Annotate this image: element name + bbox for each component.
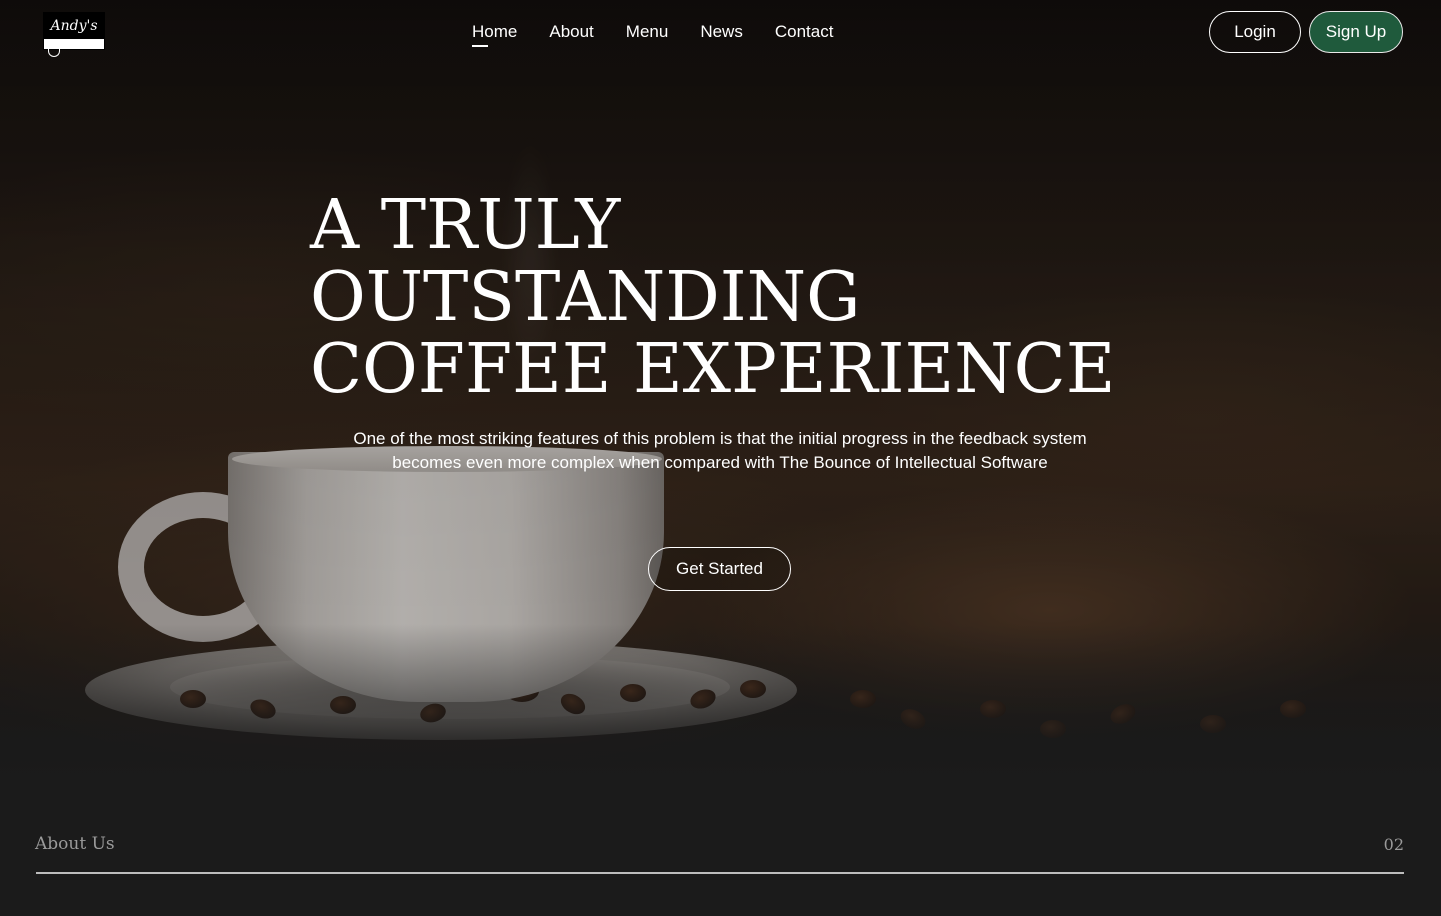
saucer-center-image [170,655,730,719]
cup-handle-image [118,492,288,642]
section-number: 02 [1383,835,1404,854]
headline-line-3: COFFEE EXPERIENCE [310,330,1116,409]
headline-line-2: OUTSTANDING [310,258,861,337]
get-started-button[interactable]: Get Started [648,547,791,591]
login-button[interactable]: Login [1209,11,1301,53]
section-divider [36,872,1404,874]
saucer-image [85,640,797,740]
main-nav: Home About Menu News Contact [472,20,834,47]
section-label: About Us [35,834,115,854]
nav-item-menu[interactable]: Menu [626,20,669,44]
nav-item-news[interactable]: News [700,20,743,44]
headline-line-1: A TRULY [310,186,621,265]
nav-item-home[interactable]: Home [472,20,517,47]
nav-item-about[interactable]: About [549,20,593,44]
signup-button[interactable]: Sign Up [1309,11,1403,53]
nav-item-contact[interactable]: Contact [775,20,834,44]
hero-subtext: One of the most striking features of thi… [353,429,1087,472]
brand-logo[interactable]: Andy's [43,12,105,57]
logo-text: Andy's [44,13,104,39]
hero-headline: A TRULY OUTSTANDING COFFEE EXPERIENCE [310,190,1170,406]
coffee-cup-image [228,452,664,702]
